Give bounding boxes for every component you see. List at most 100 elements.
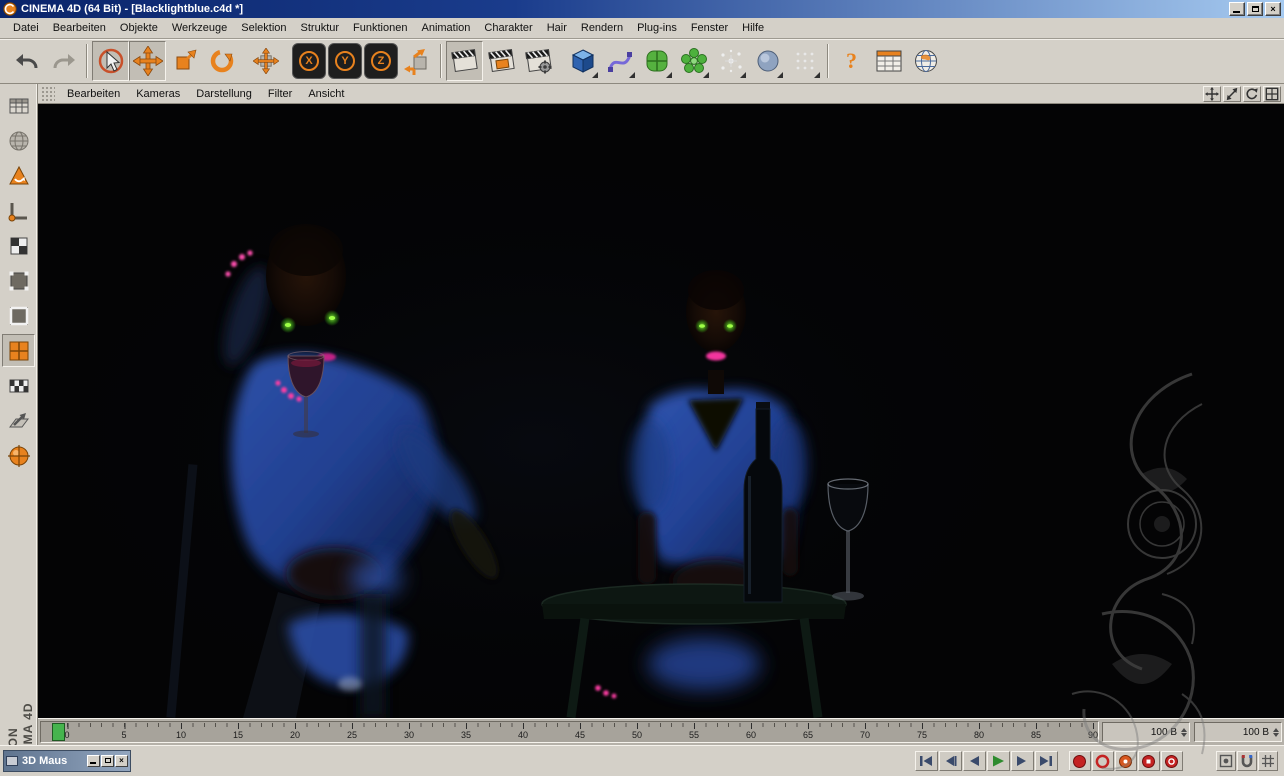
range-start-field[interactable]: 100 B [1102, 722, 1190, 742]
point-mode-button[interactable] [2, 264, 35, 297]
record-rotation-button[interactable] [1160, 751, 1183, 771]
menu-charakter[interactable]: Charakter [477, 19, 539, 37]
coordinate-system-button[interactable] [399, 41, 436, 81]
help-button[interactable]: ? [833, 41, 870, 81]
menu-fenster[interactable]: Fenster [684, 19, 735, 37]
spinner-icon[interactable] [1181, 725, 1187, 740]
autokeying-button[interactable] [1091, 751, 1114, 771]
add-subdivision-button[interactable] [638, 41, 675, 81]
range-start-value: 100 B [1150, 726, 1177, 738]
timeline-playhead[interactable] [52, 723, 65, 741]
timeline-ruler[interactable]: 0 5 10 15 20 25 30 35 40 45 50 55 60 65 … [40, 721, 1099, 743]
move-tool-button[interactable] [129, 41, 166, 81]
rotate-view-button[interactable] [1243, 85, 1261, 102]
coordinates-manager-button[interactable] [2, 89, 35, 122]
menu-werkzeuge[interactable]: Werkzeuge [165, 19, 234, 37]
timeline-tick: 5 [121, 723, 127, 740]
lock-y-button[interactable]: Y [328, 43, 362, 79]
render-view-button[interactable] [446, 41, 483, 81]
snap-toggle-button[interactable] [1236, 751, 1257, 771]
world-system-button[interactable] [2, 124, 35, 157]
lock-z-button[interactable]: Z [364, 43, 398, 79]
previous-key-button[interactable] [938, 751, 962, 771]
menu-animation[interactable]: Animation [414, 19, 477, 37]
object-axis-button[interactable] [2, 439, 35, 472]
scale-tool-button[interactable] [166, 41, 203, 81]
zoom-view-button[interactable] [1223, 85, 1241, 102]
menu-datei[interactable]: Datei [6, 19, 46, 37]
goto-start-icon [920, 756, 932, 766]
previous-frame-button[interactable] [962, 751, 986, 771]
add-subdivision-surface-icon [646, 50, 667, 72]
menu-rendern[interactable]: Rendern [574, 19, 630, 37]
coordinates-icon [9, 98, 28, 113]
add-cube-button[interactable] [564, 41, 601, 81]
panel-minimize-button[interactable] [87, 755, 100, 767]
lock-x-button[interactable]: X [292, 43, 326, 79]
minimize-button[interactable] [1229, 2, 1245, 16]
solo-toggle-button[interactable] [1215, 751, 1236, 771]
menu-selektion[interactable]: Selektion [234, 19, 293, 37]
goto-start-button[interactable] [914, 751, 938, 771]
record-scale-button[interactable] [1137, 751, 1160, 771]
menu-struktur[interactable]: Struktur [294, 19, 347, 37]
content-browser-button[interactable] [870, 41, 907, 81]
add-emitter-button[interactable] [786, 41, 823, 81]
add-spline-button[interactable] [601, 41, 638, 81]
workplane-button[interactable] [2, 404, 35, 437]
make-editable-button[interactable] [2, 159, 35, 192]
spinner-icon[interactable] [1273, 725, 1279, 740]
undo-button[interactable] [8, 41, 45, 81]
pan-view-button[interactable] [1203, 85, 1221, 102]
snap-magnet-icon [1241, 755, 1252, 768]
viewport-3d[interactable] [38, 104, 1284, 718]
edge-mode-button[interactable] [2, 299, 35, 332]
lock-y-icon: Y [335, 51, 355, 71]
add-array-button[interactable] [675, 41, 712, 81]
add-particles-button[interactable] [712, 41, 749, 81]
panel-close-button[interactable]: × [115, 755, 128, 767]
grid-toggle-button[interactable] [1257, 751, 1278, 771]
3d-maus-panel-titlebar[interactable]: 3D Maus × [3, 750, 131, 772]
drag-grip[interactable] [41, 85, 55, 102]
goto-end-icon [1040, 756, 1052, 766]
redo-button[interactable] [45, 41, 82, 81]
record-position-button[interactable] [1114, 751, 1137, 771]
vp-menu-kameras[interactable]: Kameras [128, 86, 188, 102]
render-settings-button[interactable] [520, 41, 557, 81]
restore-button[interactable] [1247, 2, 1263, 16]
vp-menu-filter[interactable]: Filter [260, 86, 300, 102]
online-help-button[interactable] [907, 41, 944, 81]
vp-menu-ansicht[interactable]: Ansicht [300, 86, 352, 102]
menu-hair[interactable]: Hair [540, 19, 574, 37]
goto-end-button[interactable] [1034, 751, 1058, 771]
model-mode-button[interactable] [2, 194, 35, 227]
record-rotation-icon [1165, 754, 1178, 768]
toggle-view-button[interactable] [1263, 85, 1281, 102]
record-keyframe-button[interactable] [1068, 751, 1091, 771]
grid-icon [1261, 755, 1274, 767]
app-icon[interactable] [3, 2, 17, 16]
polygon-mode-button[interactable] [2, 334, 35, 367]
menu-funktionen[interactable]: Funktionen [346, 19, 414, 37]
next-frame-button[interactable] [1010, 751, 1034, 771]
range-end-field[interactable]: 100 B [1194, 722, 1282, 742]
texture-mode-button[interactable] [2, 229, 35, 262]
close-button[interactable]: × [1265, 2, 1281, 16]
add-environment-button[interactable] [749, 41, 786, 81]
play-button[interactable] [986, 751, 1010, 771]
add-emitter-icon [796, 52, 813, 70]
last-tool-button[interactable] [247, 41, 284, 81]
render-picture-viewer-button[interactable] [483, 41, 520, 81]
live-selection-button[interactable] [92, 41, 129, 81]
cinema4d-window: CINEMA 4D (64 Bit) - [Blacklightblue.c4d… [0, 0, 1284, 776]
rotate-tool-button[interactable] [203, 41, 240, 81]
menu-plugins[interactable]: Plug-ins [630, 19, 684, 37]
menu-hilfe[interactable]: Hilfe [735, 19, 771, 37]
menu-objekte[interactable]: Objekte [113, 19, 165, 37]
vp-menu-bearbeiten[interactable]: Bearbeiten [59, 86, 128, 102]
vp-menu-darstellung[interactable]: Darstellung [188, 86, 260, 102]
animation-mode-button[interactable] [2, 369, 35, 402]
menu-bearbeiten[interactable]: Bearbeiten [46, 19, 113, 37]
panel-restore-button[interactable] [101, 755, 114, 767]
